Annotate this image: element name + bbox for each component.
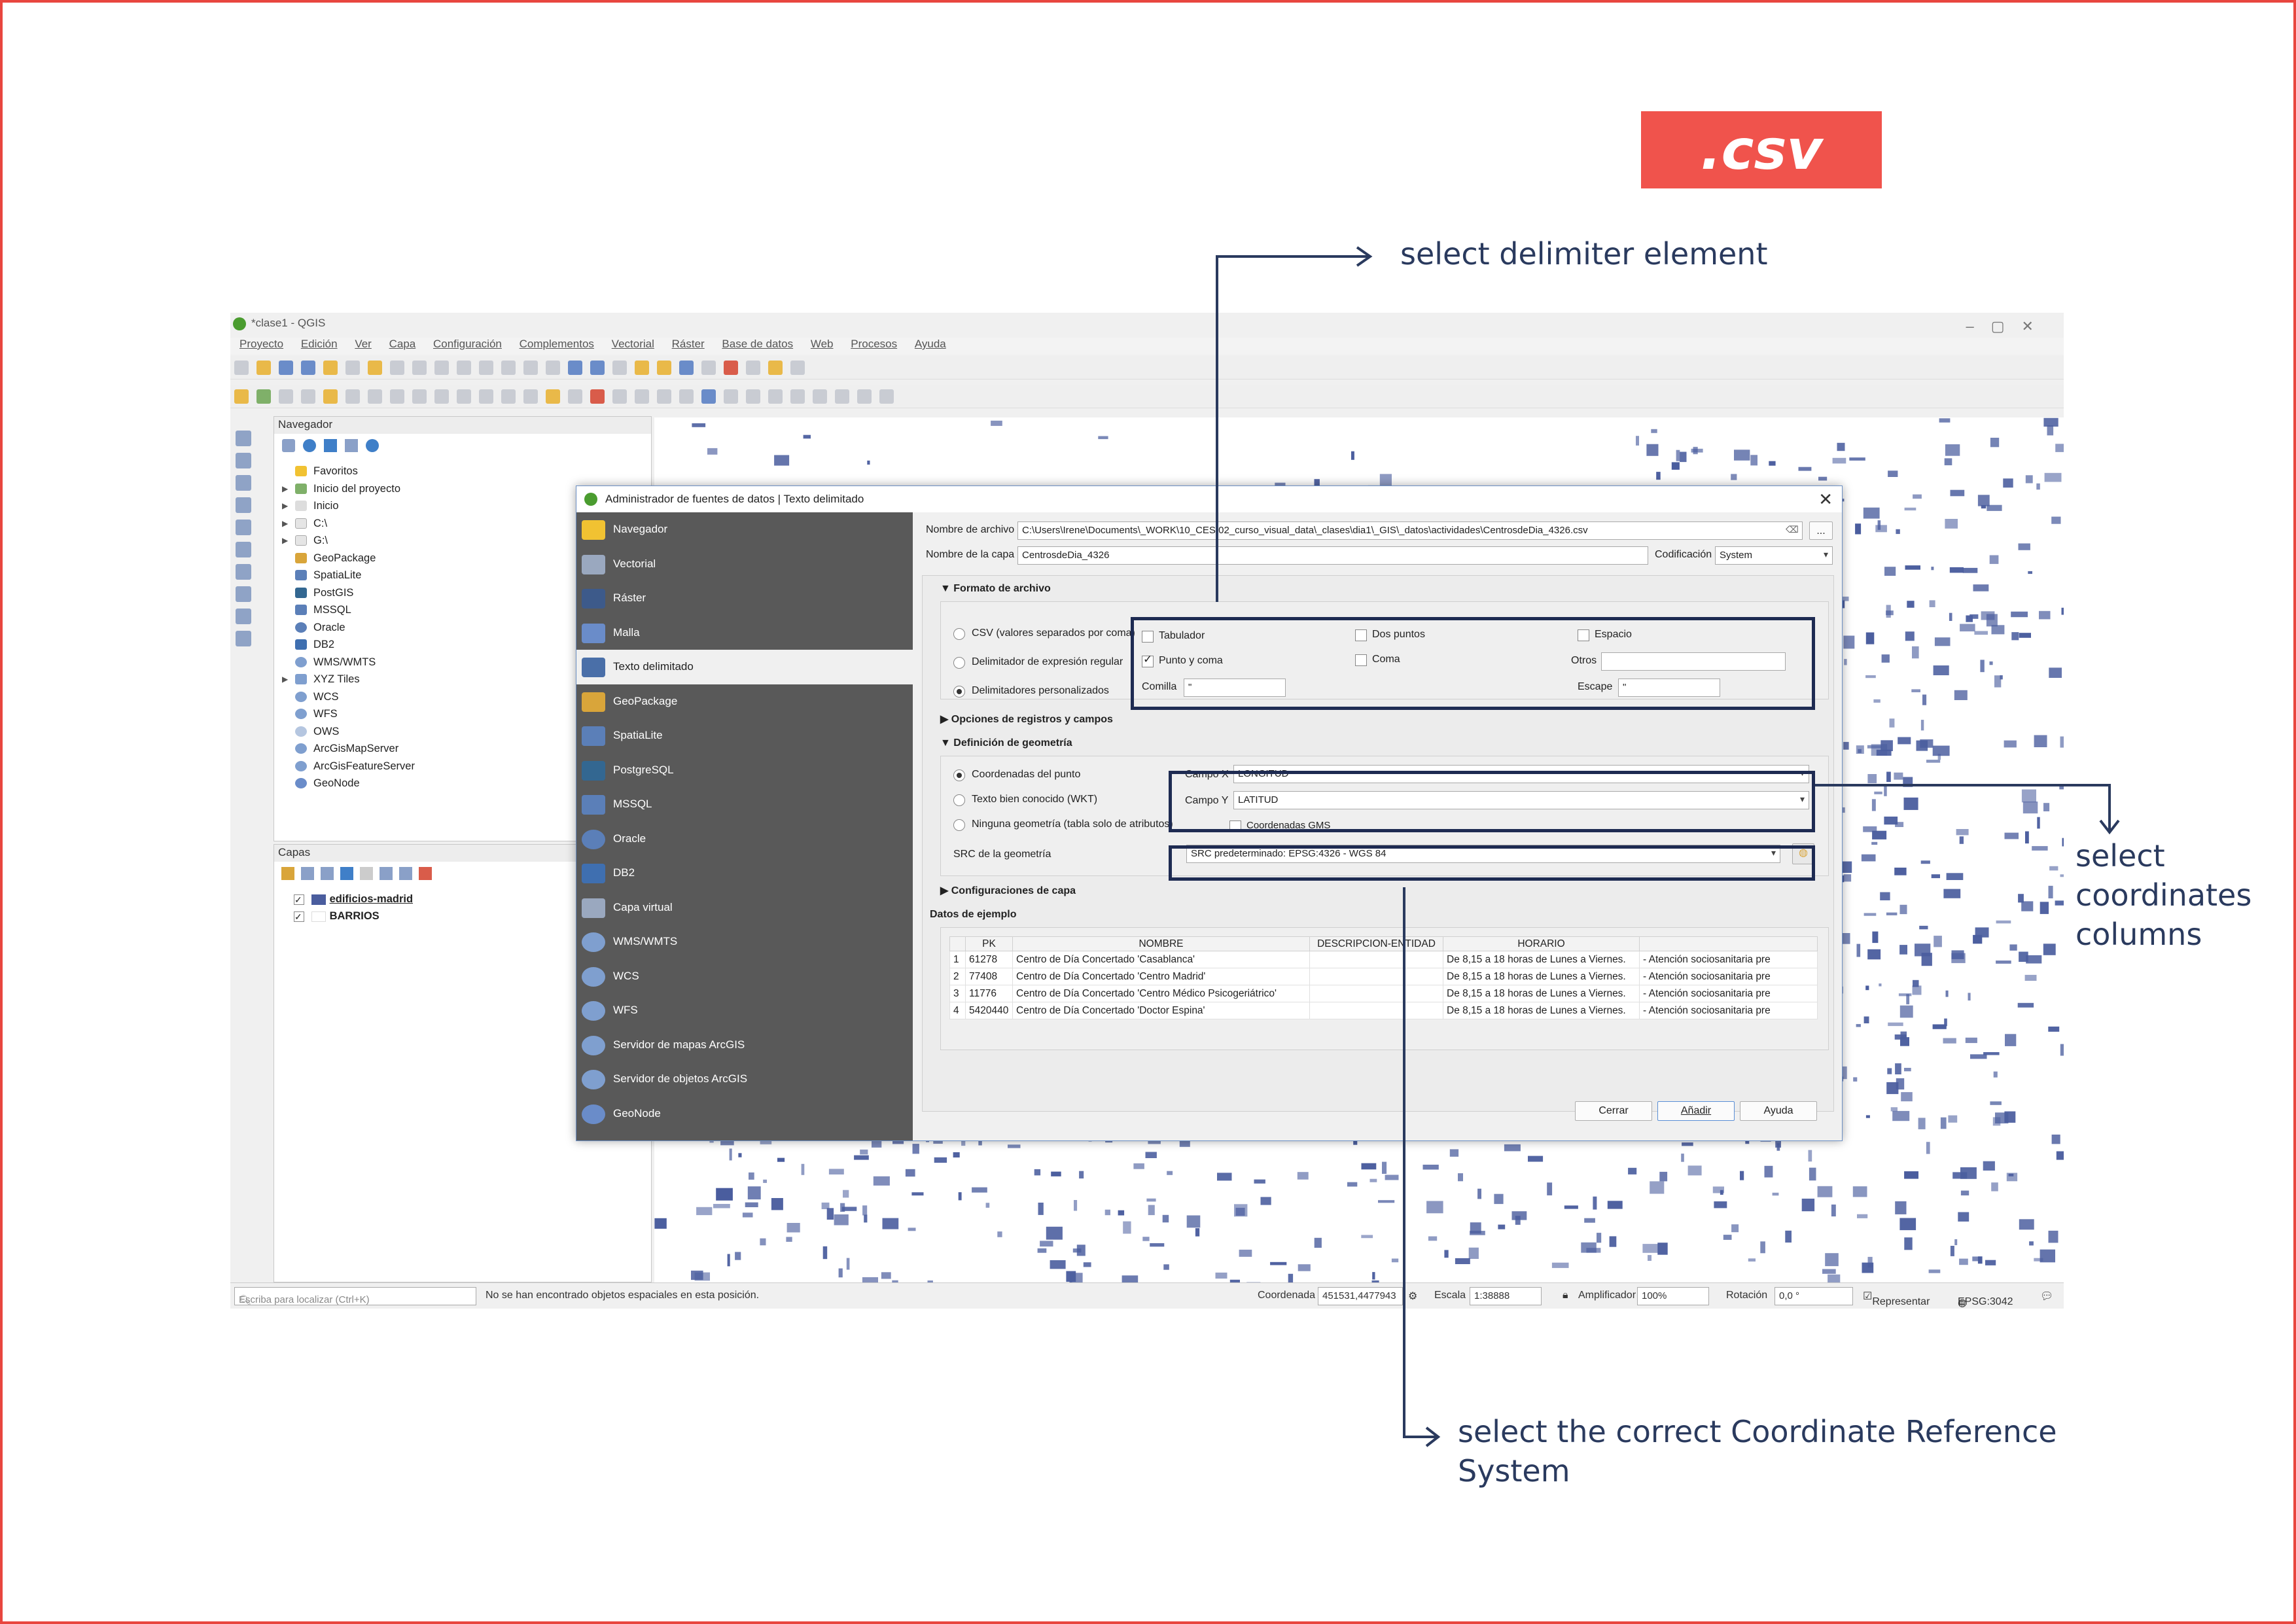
delimiter-connector (1216, 255, 1369, 602)
annotation-connectors (1216, 246, 2120, 1447)
crs-connector (1403, 887, 1437, 1438)
coordinates-connector (1815, 784, 2111, 831)
